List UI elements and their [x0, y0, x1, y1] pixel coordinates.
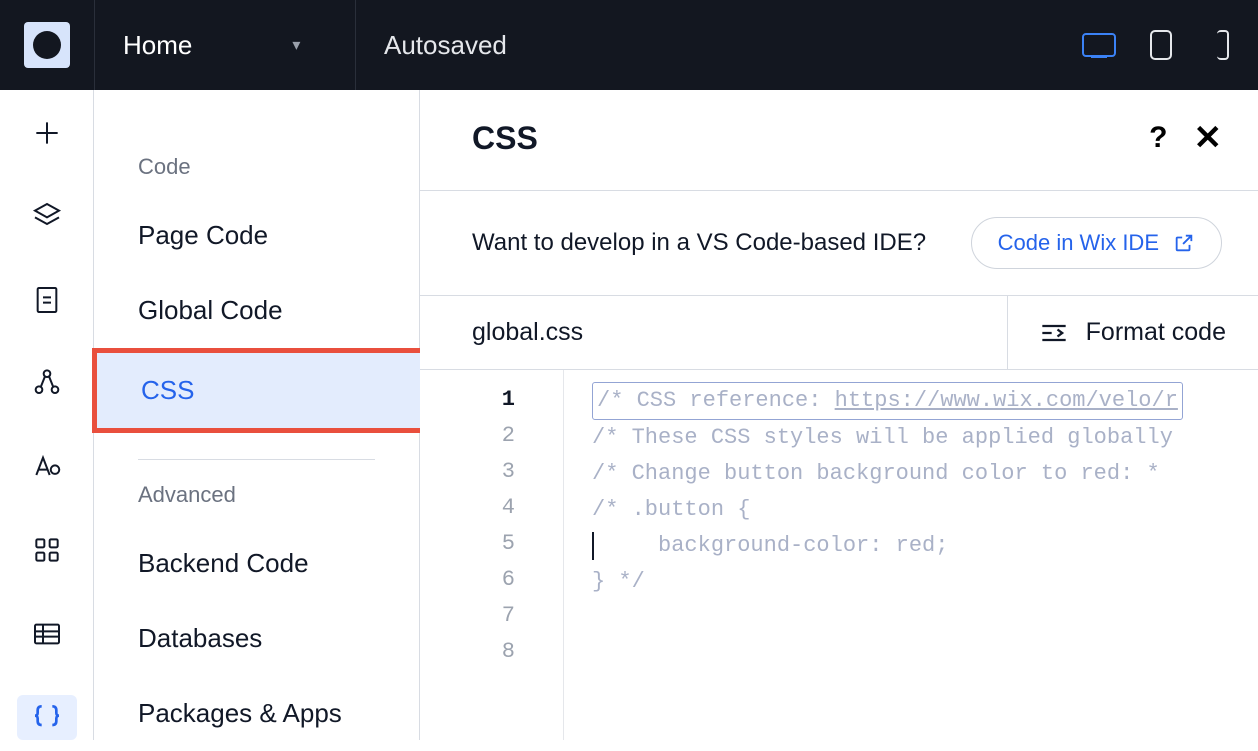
desktop-icon — [1082, 33, 1116, 57]
device-preview-group — [1082, 32, 1258, 58]
code-line: /* CSS reference: https://www.wix.com/ve… — [592, 382, 1258, 420]
connections-button[interactable] — [17, 361, 77, 407]
database-button[interactable] — [17, 611, 77, 657]
line-number: 7 — [420, 598, 515, 634]
panel-title: CSS — [472, 120, 538, 157]
mobile-icon — [1217, 30, 1229, 60]
sidebar-item-backend-code[interactable]: Backend Code — [94, 526, 419, 601]
page-button[interactable] — [17, 277, 77, 323]
code-line: /* .button { — [592, 492, 1258, 528]
layers-icon — [31, 200, 63, 232]
page-icon — [31, 284, 63, 316]
line-number: 4 — [420, 490, 515, 526]
css-highlight-box: CSS — [92, 348, 425, 433]
typography-icon — [31, 451, 63, 483]
code-line: } */ — [592, 564, 1258, 600]
ide-prompt-text: Want to develop in a VS Code-based IDE? — [472, 229, 926, 257]
line-number: 6 — [420, 562, 515, 598]
add-button[interactable] — [17, 110, 77, 156]
line-number: 8 — [420, 634, 515, 670]
line-gutter: 1 2 3 4 5 6 7 8 — [420, 370, 564, 740]
code-line: /* Change button background color to red… — [592, 456, 1258, 492]
file-name: global.css — [420, 296, 1007, 369]
format-icon — [1040, 322, 1068, 344]
line-number: 1 — [420, 382, 515, 418]
page-selector-label: Home — [123, 30, 192, 61]
save-status: Autosaved — [356, 30, 535, 61]
sidebar-item-css[interactable]: CSS — [97, 353, 420, 428]
content-panel: CSS ? ✕ Want to develop in a VS Code-bas… — [420, 90, 1258, 740]
apps-button[interactable] — [17, 528, 77, 574]
desktop-preview-button[interactable] — [1082, 32, 1116, 58]
ide-prompt-bar: Want to develop in a VS Code-based IDE? … — [420, 191, 1258, 296]
code-editor[interactable]: 1 2 3 4 5 6 7 8 /* CSS reference: https:… — [420, 370, 1258, 740]
grid-icon — [31, 534, 63, 566]
page-selector[interactable]: Home ▾ — [95, 30, 355, 61]
code-in-wix-ide-button[interactable]: Code in Wix IDE — [971, 217, 1222, 269]
ide-button-label: Code in Wix IDE — [998, 230, 1159, 256]
file-bar: global.css Format code — [420, 296, 1258, 370]
sidebar-item-databases[interactable]: Databases — [94, 601, 419, 676]
line-number: 3 — [420, 454, 515, 490]
sidebar-heading-code: Code — [94, 138, 419, 198]
line-number: 5 — [420, 526, 515, 562]
format-code-button[interactable]: Format code — [1007, 296, 1258, 369]
close-icon[interactable]: ✕ — [1194, 118, 1223, 158]
sidebar-divider — [138, 459, 375, 460]
braces-icon — [31, 701, 63, 733]
mobile-preview-button[interactable] — [1206, 32, 1240, 58]
layers-button[interactable] — [17, 194, 77, 240]
nodes-icon — [31, 367, 63, 399]
sidebar-item-page-code[interactable]: Page Code — [94, 198, 419, 273]
code-panel-button[interactable] — [17, 695, 77, 741]
external-link-icon — [1173, 232, 1195, 254]
line-number: 2 — [420, 418, 515, 454]
chevron-down-icon: ▾ — [292, 35, 300, 55]
format-code-label: Format code — [1086, 318, 1226, 347]
content-header: CSS ? ✕ — [420, 90, 1258, 191]
app-logo[interactable] — [24, 22, 70, 68]
table-icon — [31, 618, 63, 650]
code-area[interactable]: /* CSS reference: https://www.wix.com/ve… — [564, 370, 1258, 740]
plus-icon — [31, 117, 63, 149]
sidebar-heading-advanced: Advanced — [94, 466, 419, 526]
tablet-icon — [1150, 30, 1172, 60]
tool-rail — [0, 90, 94, 740]
typography-button[interactable] — [17, 444, 77, 490]
code-sidebar: Code Page Code Global Code CSS Advanced … — [94, 90, 420, 740]
top-bar: Home ▾ Autosaved — [0, 0, 1258, 90]
code-line: /* These CSS styles will be applied glob… — [592, 420, 1258, 456]
help-icon[interactable]: ? — [1149, 121, 1167, 155]
tablet-preview-button[interactable] — [1144, 32, 1178, 58]
code-line: background-color: red; — [592, 528, 1258, 564]
sidebar-item-global-code[interactable]: Global Code — [94, 273, 419, 348]
